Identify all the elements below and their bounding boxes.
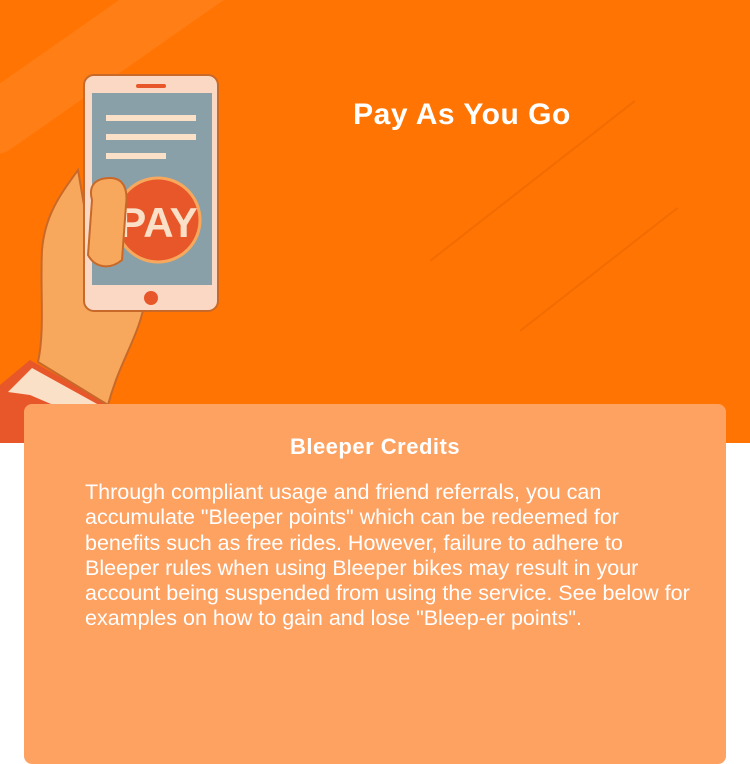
hero-decoration: [519, 207, 679, 332]
phone-speaker: [136, 84, 166, 88]
screen-line: [106, 153, 166, 159]
screen-line: [106, 115, 196, 121]
card-body-text: Through compliant usage and friend refer…: [85, 480, 690, 631]
screen-line: [106, 134, 196, 140]
hand-holding-phone-icon: PAY: [0, 74, 219, 443]
page-title: Pay As You Go: [353, 98, 571, 131]
info-card: Bleeper Credits Through compliant usage …: [24, 404, 726, 764]
hero-banner: PAY Pay As You Go: [0, 0, 750, 443]
thumb-shape: [86, 176, 128, 268]
card-title: Bleeper Credits: [289, 434, 461, 459]
phone-home-button: [144, 291, 158, 305]
pay-button-label: PAY: [118, 199, 197, 246]
